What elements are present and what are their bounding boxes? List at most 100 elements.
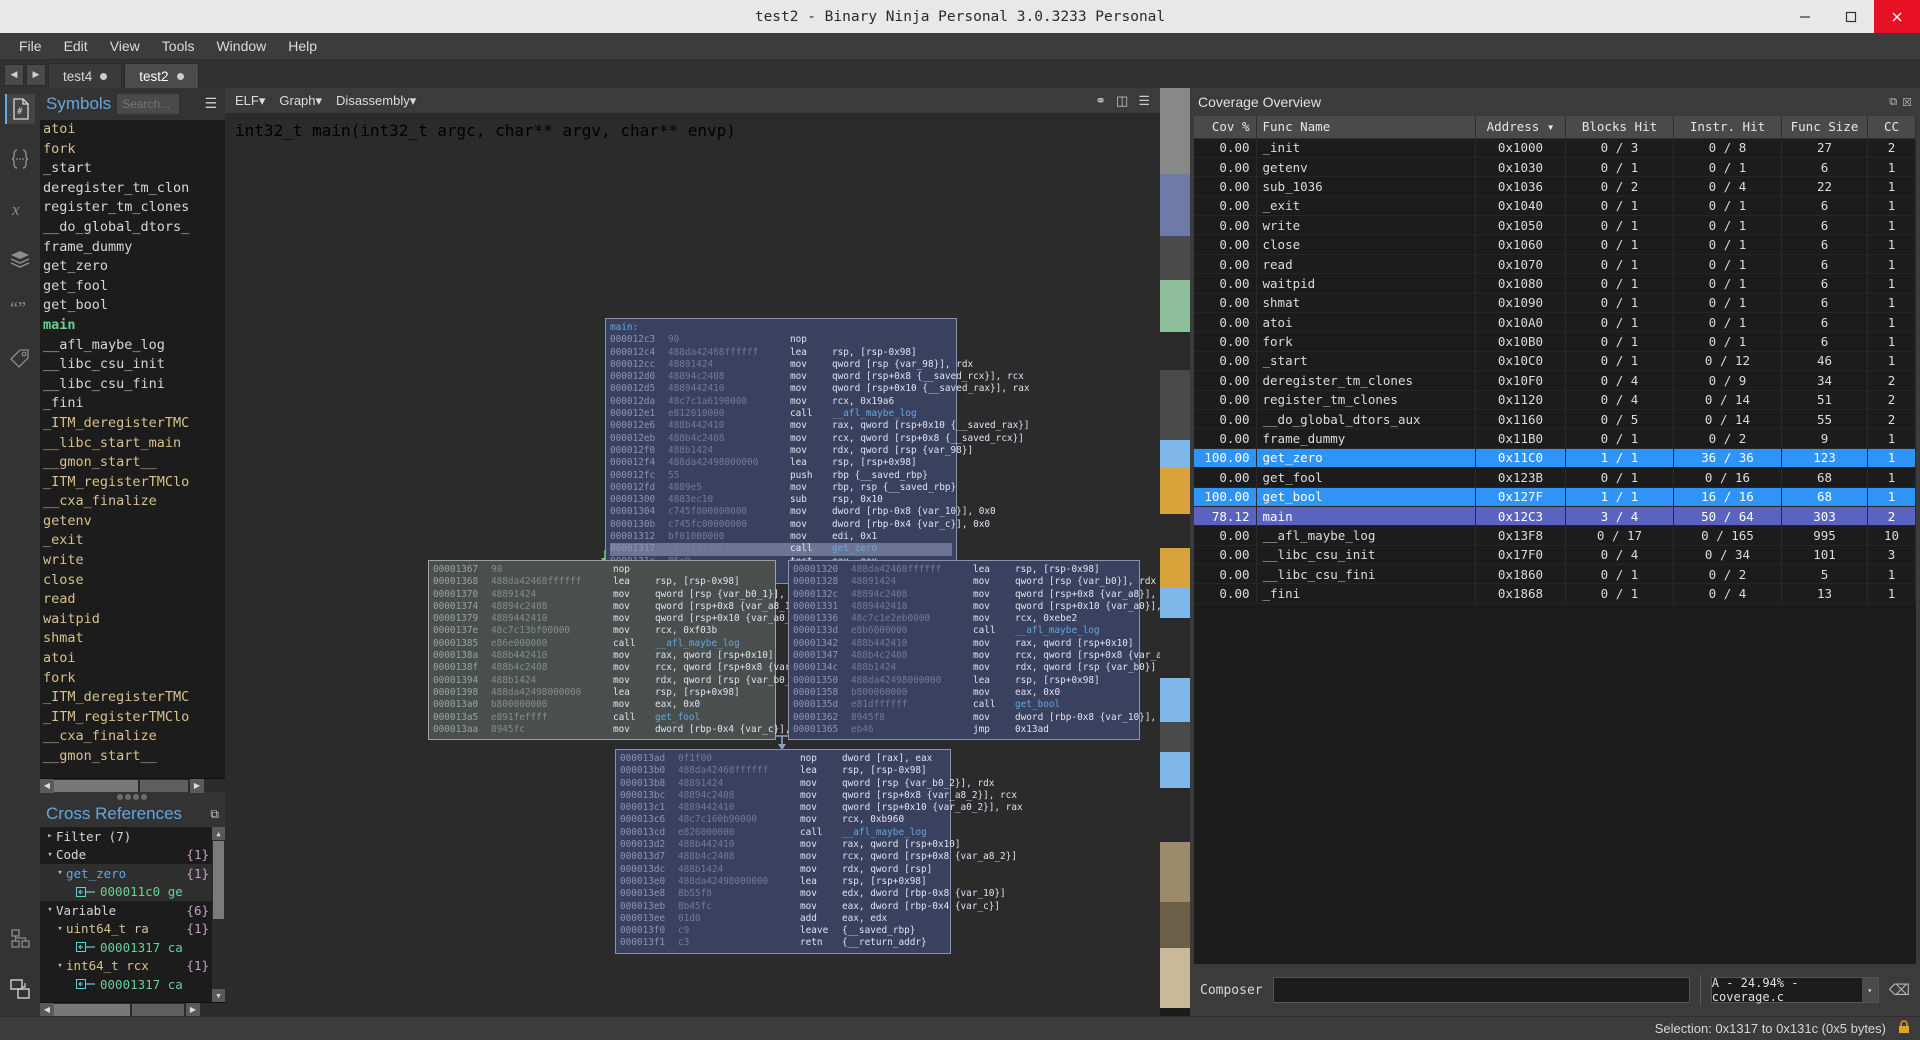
table-row[interactable]: 0.00 get_fool 0x123B 0 / 10 / 16 68 1	[1194, 467, 1916, 488]
symbol-item[interactable]: _ITM_deregisterTMC	[43, 414, 225, 434]
symbol-item[interactable]: _ITM_deregisterTMC	[43, 688, 225, 708]
xrefs-tree[interactable]: ▸ Filter (7) ▾ Code {1} ▾ get_zero {1} 000011c0 …	[40, 827, 225, 1002]
instruction-line[interactable]: 00001342 488b442410 mov rax, qword [rsp+0x1…	[793, 638, 1135, 650]
symbol-item[interactable]: __do_global_dtors_	[43, 218, 225, 238]
scroll-down-arrow-icon[interactable]: ▼	[212, 989, 225, 1002]
options-menu-icon[interactable]: ☰	[1138, 93, 1150, 109]
scroll-left-arrow-icon[interactable]: ◀	[40, 778, 54, 793]
format-selector[interactable]: ELF▾	[235, 93, 265, 109]
instruction-line[interactable]: 000013f1 c3 retn {__return_addr}	[620, 937, 946, 949]
symbols-menu-icon[interactable]: ☰	[204, 96, 221, 112]
instruction-line[interactable]: 00001312 bf01000000 mov edi, 0x1	[610, 531, 952, 543]
column-header-cov[interactable]: Cov %	[1194, 116, 1257, 139]
tree-toggle-icon[interactable]: ▾	[54, 868, 66, 878]
symbols-list[interactable]: atoi fork _start deregister_tm_clon register…	[40, 120, 225, 778]
instruction-line[interactable]: 00001394 488b1424 mov rdx, qword [rsp {var_…	[433, 675, 807, 687]
view-selector[interactable]: Graph▾	[279, 93, 322, 109]
xrefs-hscrollbar[interactable]: ◀ ▶	[40, 1002, 225, 1017]
symbol-item[interactable]: getenv	[43, 512, 225, 532]
menu-item-window[interactable]: Window	[205, 34, 277, 58]
table-row[interactable]: 0.00 _exit 0x1040 0 / 10 / 161	[1194, 196, 1916, 217]
basic-block[interactable]: 000013ad 0f1f00 nop dword [rax], eax 000013b…	[615, 749, 1023, 954]
symbol-item[interactable]: write	[43, 551, 225, 571]
table-row[interactable]: 0.00 __do_global_dtors_aux 0x1160 0 / 50 / …	[1194, 409, 1916, 430]
table-row[interactable]: 0.00 getenv 0x1030 0 / 10 / 161	[1194, 157, 1916, 178]
instruction-line[interactable]: 00001358 b800000000 mov eax, 0x0	[793, 687, 1135, 699]
tab-test4[interactable]: test4	[48, 63, 123, 88]
menu-item-view[interactable]: View	[99, 34, 151, 58]
instruction-line[interactable]: 000013d2 488b442410 mov rax, qword [rsp+0x1…	[620, 839, 961, 851]
mode-selector[interactable]: Disassembly▾	[336, 93, 416, 109]
hierarchy-icon[interactable]	[5, 924, 35, 954]
symbol-item[interactable]: close	[43, 571, 225, 591]
basic-block[interactable]: 00001367 90 nop 00001368 488da42468ffffff lea…	[428, 560, 858, 741]
instruction-line[interactable]: 0000138f 488b4c2408 mov rcx, qword [rsp+0x8…	[433, 662, 830, 674]
symbol-item[interactable]: atoi	[43, 120, 225, 140]
table-row[interactable]: 0.00 read 0x1070 0 / 10 / 161	[1194, 254, 1916, 275]
symbol-item[interactable]: fork	[43, 140, 225, 160]
instruction-line[interactable]: 00001368 488da42468ffffff lea rsp, [rsp-0x9…	[433, 576, 771, 588]
instruction-line[interactable]: 000012c4 488da42468ffffff lea rsp, [rsp-0x9…	[610, 347, 952, 359]
symbol-item[interactable]: __cxa_finalize	[43, 492, 225, 512]
delete-coverage-icon[interactable]: ⌫	[1889, 981, 1910, 999]
table-row[interactable]: 0.00 close 0x1060 0 / 10 / 161	[1194, 234, 1916, 255]
variables-icon[interactable]: x	[5, 194, 35, 224]
instruction-line[interactable]: 000012e6 488b442410 mov rax, qword [rsp+0x1…	[610, 420, 1030, 432]
instruction-line[interactable]: 00001350 488da42498000000 lea rsp, [rsp+0x9…	[793, 675, 1135, 687]
instruction-line[interactable]: 000013b8 48891424 mov qword [rsp {var_b0_2}…	[620, 778, 994, 790]
tab-test2[interactable]: test2	[124, 63, 199, 88]
symbol-item[interactable]: __libc_start_main	[43, 434, 225, 454]
symbol-item[interactable]: __libc_csu_init	[43, 355, 225, 375]
symbol-item[interactable]: get_fool	[43, 277, 225, 297]
symbol-item[interactable]: _exit	[43, 531, 225, 551]
symbol-item[interactable]: fork	[43, 669, 225, 689]
symbol-item[interactable]: __libc_csu_fini	[43, 375, 225, 395]
xrefs-vscrollbar[interactable]: ▲ ▼	[212, 827, 225, 1002]
instruction-line[interactable]: 00001365 eb46 jmp 0x13ad	[793, 724, 1135, 736]
instruction-line[interactable]: 00001367 90 nop	[433, 564, 771, 576]
scrollbar-thumb[interactable]	[213, 841, 224, 919]
table-row[interactable]: 0.00 __afl_maybe_log 0x13F8 0 / 17 0 / 165 99…	[1194, 525, 1916, 546]
scroll-up-arrow-icon[interactable]: ▲	[212, 827, 225, 840]
instruction-line[interactable]: 0000130b c745fc00000000 mov dword [rbp-0x4 …	[610, 519, 990, 531]
link-icon[interactable]: ⚭	[1095, 93, 1106, 109]
table-row[interactable]: 0.00 _start 0x10C0 0 / 10 / 12 46 1	[1194, 351, 1916, 372]
instruction-line[interactable]: 000012d5 4889442410 mov qword [rsp+0x10 {__…	[610, 383, 1030, 395]
tree-toggle-icon[interactable]: ▾	[54, 961, 66, 971]
maximize-button[interactable]	[1828, 0, 1874, 33]
instruction-line[interactable]: 000013cd e826000000 call __afl_maybe_log	[620, 827, 946, 839]
table-row[interactable]: 0.00 atoi 0x10A0 0 / 10 / 161	[1194, 312, 1916, 333]
instruction-line[interactable]: 000012da 48c7c1a6190000 mov rcx, 0x19a6	[610, 396, 952, 408]
instruction-line[interactable]: 000013eb 8b45fc mov eax, dword [rbp-0x4 {va…	[620, 901, 1000, 913]
instruction-line[interactable]: 00001317 e8a4feffff call get_zero	[610, 543, 952, 556]
tree-toggle-icon[interactable]: ▾	[54, 924, 66, 934]
instruction-line[interactable]: 000013a5 e891feffff call get_fool	[433, 712, 771, 724]
instruction-line[interactable]: 000012f0 488b1424 mov rdx, qword [rsp {var_…	[610, 445, 973, 457]
symbol-item[interactable]: _fini	[43, 394, 225, 414]
symbol-item[interactable]: get_zero	[43, 257, 225, 277]
instruction-line[interactable]: 0000137e 48c7c13bf00000 mov rcx, 0xf03b	[433, 625, 771, 637]
instruction-line[interactable]: 000013aa 8945fc mov dword [rbp-0x4 {var_c}]…	[433, 724, 858, 736]
table-row[interactable]: 100.00 get_bool 0x127F 1 / 1 16 / 16 68 1	[1194, 487, 1916, 507]
table-row[interactable]: 0.00 _fini 0x1868 0 / 10 / 4 13 1	[1194, 583, 1916, 604]
instruction-line[interactable]: 000013dc 488b1424 mov rdx, qword [rsp]	[620, 864, 946, 876]
symbol-item[interactable]: register_tm_clones	[43, 198, 225, 218]
table-row[interactable]: 0.00 _init 0x1000 0 / 30 / 8 27 2	[1194, 138, 1916, 158]
instruction-line[interactable]: 000013c1 4889442410 mov qword [rsp+0x10 {va…	[620, 802, 1023, 814]
menu-item-help[interactable]: Help	[277, 34, 328, 58]
scroll-right-arrow-icon[interactable]: ▶	[186, 1002, 200, 1017]
graph-minimap[interactable]	[1160, 88, 1190, 1016]
instruction-line[interactable]: 0000135d e81dffffff call get_bool	[793, 699, 1135, 711]
table-row[interactable]: 0.00 write 0x1050 0 / 10 / 161	[1194, 215, 1916, 236]
symbols-icon[interactable]: #	[5, 94, 35, 124]
table-row[interactable]: 0.00 deregister_tm_clones 0x10F0 0 / 40 / 9…	[1194, 370, 1916, 391]
instruction-line[interactable]: 00001379 4889442410 mov qword [rsp+0x10 {va…	[433, 613, 836, 625]
tree-toggle-icon[interactable]: ▾	[44, 850, 56, 860]
symbol-item[interactable]: _start	[43, 159, 225, 179]
table-row[interactable]: 0.00 __libc_csu_init 0x17F0 0 / 40 / 34 101 3	[1194, 545, 1916, 566]
panel-resize-grip[interactable]: ●●●●	[40, 792, 225, 801]
table-row[interactable]: 0.00 register_tm_clones 0x1120 0 / 40 / 14 5…	[1194, 390, 1916, 410]
xref-row[interactable]: 00001317 ca	[40, 938, 225, 957]
symbol-item[interactable]: shmat	[43, 629, 225, 649]
column-header-size[interactable]: Func Size	[1781, 116, 1868, 139]
